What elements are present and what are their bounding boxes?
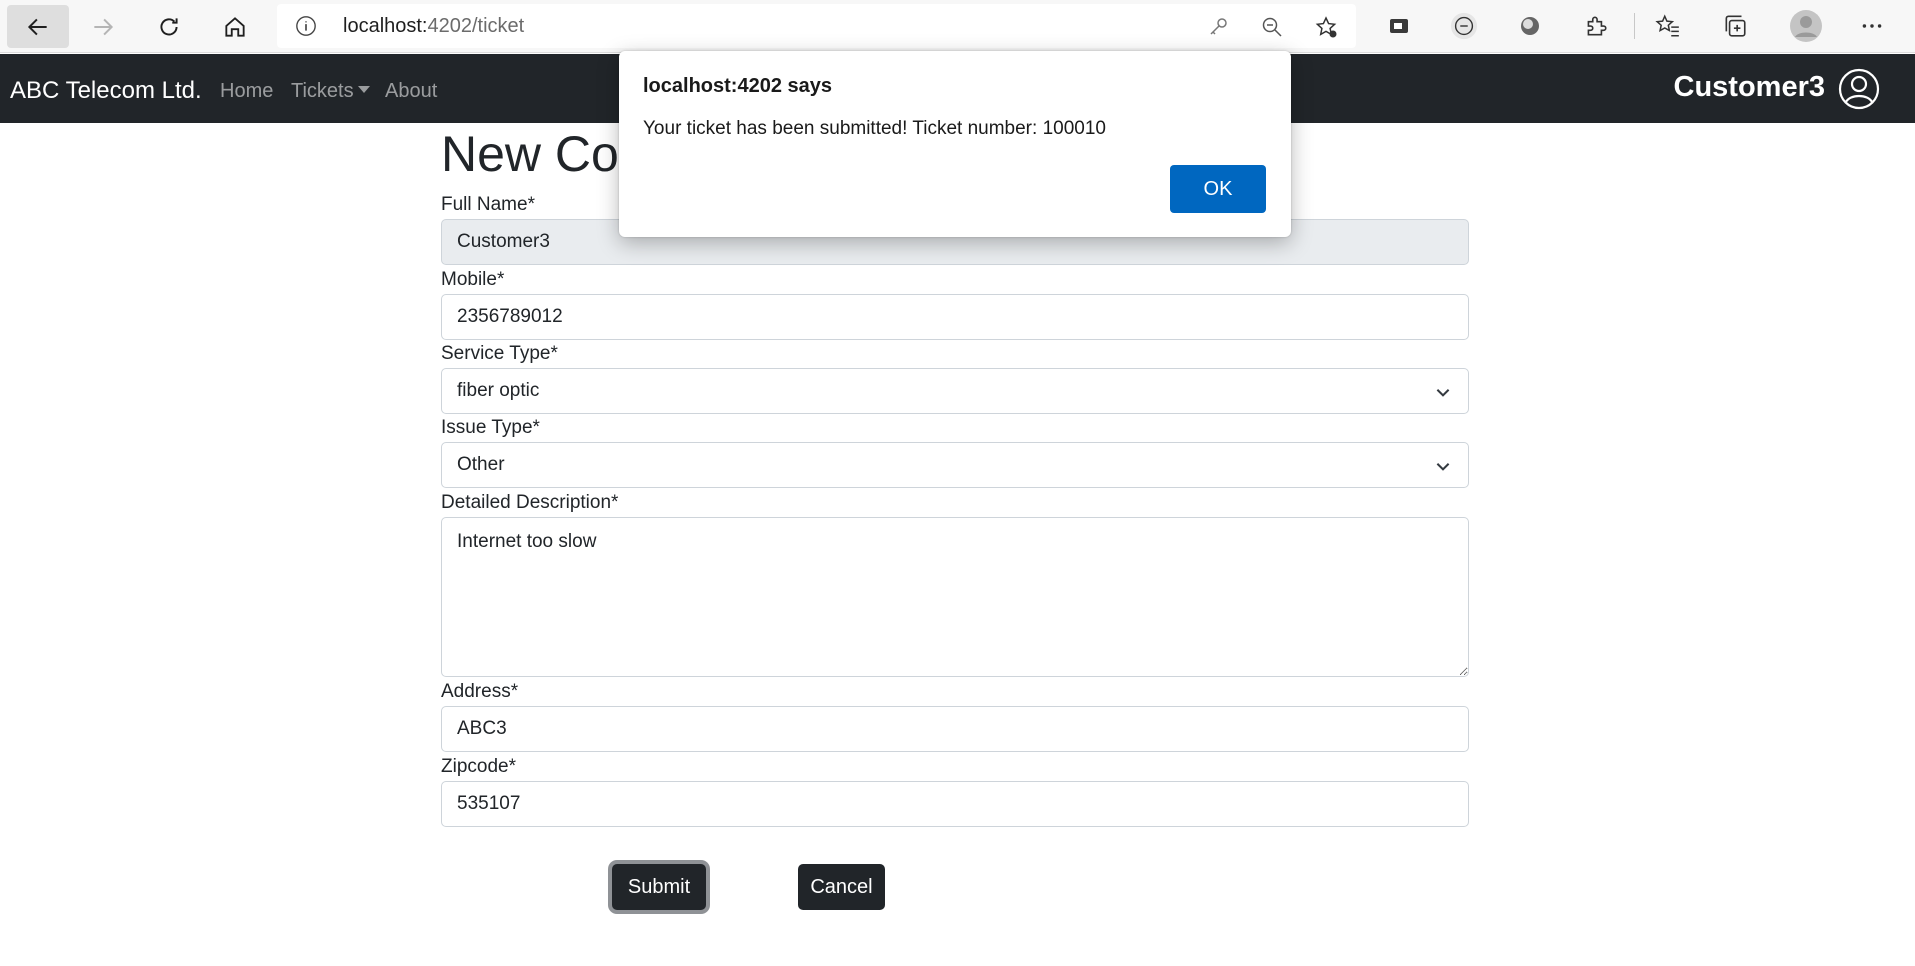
extension-icon-2[interactable]	[1450, 12, 1478, 40]
ok-button[interactable]: OK	[1170, 165, 1266, 213]
chevron-down-icon	[1436, 389, 1450, 397]
zipcode-label: Zipcode*	[441, 756, 516, 777]
service-type-select[interactable]: fiber optic	[441, 368, 1469, 414]
home-icon	[225, 16, 245, 37]
address-label: Address*	[441, 681, 519, 702]
full-name-label: Full Name*	[441, 194, 535, 215]
dialog-message: Your ticket has been submitted! Ticket n…	[643, 118, 1106, 139]
add-favorite-icon[interactable]	[1314, 15, 1338, 39]
forward-button[interactable]	[72, 5, 134, 48]
extension-icon-3[interactable]	[1516, 12, 1544, 40]
nav-about[interactable]: About	[385, 54, 437, 128]
address-bar[interactable]: localhost:4202/ticket	[277, 4, 1356, 48]
issue-type-label: Issue Type*	[441, 417, 540, 438]
dialog-title: localhost:4202 says	[643, 75, 832, 97]
caret-down-icon	[357, 86, 370, 94]
back-icon	[27, 18, 47, 35]
browser-toolbar: localhost:4202/ticket	[0, 0, 1915, 53]
mobile-label: Mobile*	[441, 269, 505, 290]
forward-icon	[94, 18, 114, 35]
user-name[interactable]: Customer3	[1674, 54, 1826, 120]
more-icon[interactable]	[1858, 12, 1886, 40]
info-icon[interactable]	[295, 15, 317, 37]
extensions-puzzle-icon[interactable]	[1582, 12, 1610, 40]
address-field[interactable]: ABC3	[441, 706, 1469, 752]
refresh-button[interactable]	[138, 5, 200, 48]
refresh-icon	[160, 17, 178, 35]
nav-tickets-label: Tickets	[291, 80, 354, 102]
alert-dialog: localhost:4202 says Your ticket has been…	[619, 51, 1291, 237]
url-text[interactable]: localhost:4202/ticket	[343, 4, 524, 48]
back-button[interactable]	[7, 5, 69, 48]
description-textarea[interactable]: Internet too slow	[441, 517, 1469, 677]
submit-button[interactable]: Submit	[612, 864, 706, 910]
issue-type-select[interactable]: Other	[441, 442, 1469, 488]
description-label: Detailed Description*	[441, 492, 619, 513]
home-button[interactable]	[204, 5, 266, 48]
favorites-icon[interactable]	[1654, 12, 1682, 40]
service-type-label: Service Type*	[441, 343, 558, 364]
nav-home[interactable]: Home	[220, 54, 273, 128]
collections-icon[interactable]	[1721, 12, 1749, 40]
user-circle-icon[interactable]	[1838, 68, 1880, 110]
key-icon[interactable]	[1206, 15, 1230, 39]
profile-icon[interactable]	[1788, 8, 1824, 44]
toolbar-separator	[1634, 13, 1635, 39]
cancel-button[interactable]: Cancel	[798, 864, 885, 910]
extension-icon-1[interactable]	[1385, 12, 1413, 40]
chevron-down-icon	[1436, 463, 1450, 471]
brand-link[interactable]: ABC Telecom Ltd.	[10, 54, 202, 128]
zipcode-field[interactable]: 535107	[441, 781, 1469, 827]
zoom-out-icon[interactable]	[1260, 15, 1284, 39]
issue-type-value: Other	[457, 454, 505, 475]
nav-tickets-dropdown[interactable]: Tickets	[291, 54, 370, 128]
service-type-value: fiber optic	[457, 380, 540, 401]
mobile-field[interactable]: 2356789012	[441, 294, 1469, 340]
